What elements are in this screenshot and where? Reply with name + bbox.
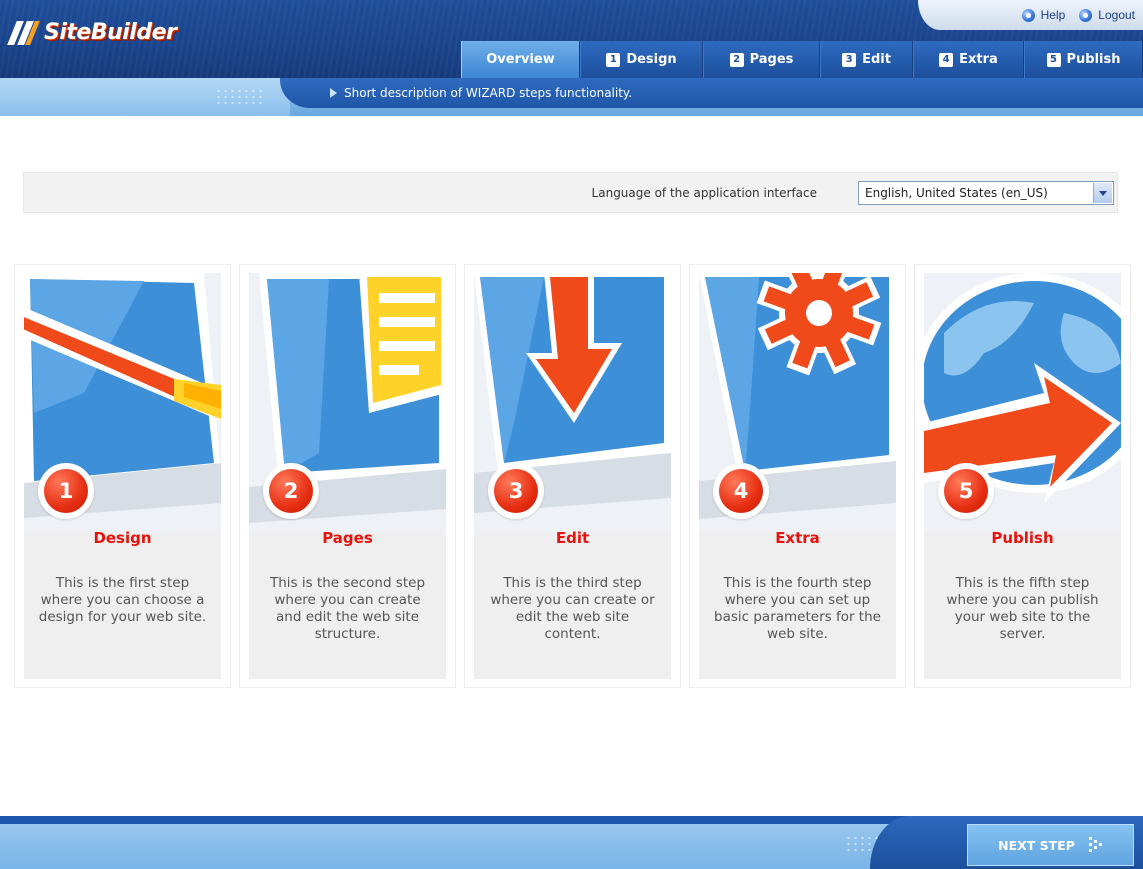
step-badge: 3 — [488, 463, 544, 519]
step-badge: 2 — [263, 463, 319, 519]
language-label: Language of the application interface — [591, 186, 817, 200]
step-title[interactable]: Pages — [249, 529, 446, 547]
step-badge: 1 — [38, 463, 94, 519]
step-title[interactable]: Publish — [924, 529, 1121, 547]
step-number-icon: 4 — [939, 52, 954, 67]
tab-label: Design — [626, 52, 677, 67]
step-number-icon: 2 — [729, 52, 744, 67]
step-card-body: 4 Extra This is the fourth step where yo… — [699, 273, 896, 679]
step-card-body: 3 Edit This is the third step where you … — [474, 273, 671, 679]
step-number: 1 — [44, 469, 88, 513]
tab-label: Edit — [862, 52, 891, 67]
chevron-down-icon[interactable] — [1093, 183, 1112, 203]
step-card-body: 1 Design This is the first step where yo… — [24, 273, 221, 679]
step-description: This is the fourth step where you can se… — [714, 575, 881, 642]
help-link[interactable]: Help — [1021, 8, 1066, 22]
decorative-dots — [215, 88, 265, 108]
step-card-design[interactable]: 1 Design This is the first step where yo… — [14, 264, 231, 688]
next-step-label: NEXT STEP — [998, 837, 1075, 853]
step-badge: 4 — [713, 463, 769, 519]
step-title[interactable]: Extra — [699, 529, 896, 547]
logo-icon — [7, 19, 40, 45]
step-number-icon: 5 — [1046, 52, 1061, 67]
help-icon — [1021, 8, 1035, 22]
wizard-description-text: Short description of WIZARD steps functi… — [344, 86, 633, 100]
help-label: Help — [1040, 8, 1066, 22]
logout-label: Logout — [1098, 8, 1135, 22]
step-description: This is the fifth step where you can pub… — [946, 575, 1099, 642]
logout-link[interactable]: Logout — [1079, 8, 1135, 22]
step-number: 4 — [719, 469, 763, 513]
tab-label: Overview — [486, 52, 555, 67]
tab-label: Publish — [1066, 52, 1121, 67]
language-selected-value: English, United States (en_US) — [865, 186, 1048, 200]
tab-pages[interactable]: 2 Pages — [703, 41, 820, 78]
step-badge: 5 — [938, 463, 994, 519]
tab-publish[interactable]: 5 Publish — [1024, 41, 1143, 78]
wizard-tabs: Overview 1 Design 2 Pages 3 Edit 4 Extra… — [461, 41, 1143, 79]
arrow-right-icon — [1088, 837, 1103, 853]
logout-icon — [1079, 8, 1093, 22]
step-number-icon: 1 — [606, 52, 621, 67]
utility-links: Help Logout — [918, 0, 1143, 30]
wizard-description: Short description of WIZARD steps functi… — [330, 86, 632, 100]
step-title[interactable]: Edit — [474, 529, 671, 547]
step-number: 5 — [944, 469, 988, 513]
tab-overview[interactable]: Overview — [461, 41, 580, 78]
tab-design[interactable]: 1 Design — [580, 41, 703, 78]
step-description: This is the third step where you can cre… — [490, 575, 655, 642]
app-logo: SiteBuilder — [7, 18, 177, 46]
language-bar: Language of the application interface En… — [23, 172, 1118, 213]
step-card-body: 2 Pages This is the second step where yo… — [249, 273, 446, 679]
step-number: 3 — [494, 469, 538, 513]
step-card-pages[interactable]: 2 Pages This is the second step where yo… — [239, 264, 456, 688]
logo-text: SiteBuilder — [44, 19, 177, 45]
step-card-publish[interactable]: 5 Publish This is the fifth step where y… — [914, 264, 1131, 688]
step-card-edit[interactable]: 3 Edit This is the third step where you … — [464, 264, 681, 688]
tab-edit[interactable]: 3 Edit — [820, 41, 913, 78]
step-card-extra[interactable]: 4 Extra This is the fourth step where yo… — [689, 264, 906, 688]
tab-label: Pages — [749, 52, 794, 67]
step-description: This is the second step where you can cr… — [269, 575, 426, 642]
step-description: This is the first step where you can cho… — [38, 575, 207, 625]
next-step-button[interactable]: NEXT STEP — [967, 824, 1134, 866]
tab-extra[interactable]: 4 Extra — [913, 41, 1024, 78]
step-card-body: 5 Publish This is the fifth step where y… — [924, 273, 1121, 679]
arrow-right-icon — [330, 88, 337, 98]
step-number-icon: 3 — [842, 52, 857, 67]
step-number: 2 — [269, 469, 313, 513]
tab-label: Extra — [959, 52, 998, 67]
language-select[interactable]: English, United States (en_US) — [858, 181, 1114, 205]
step-title[interactable]: Design — [24, 529, 221, 547]
